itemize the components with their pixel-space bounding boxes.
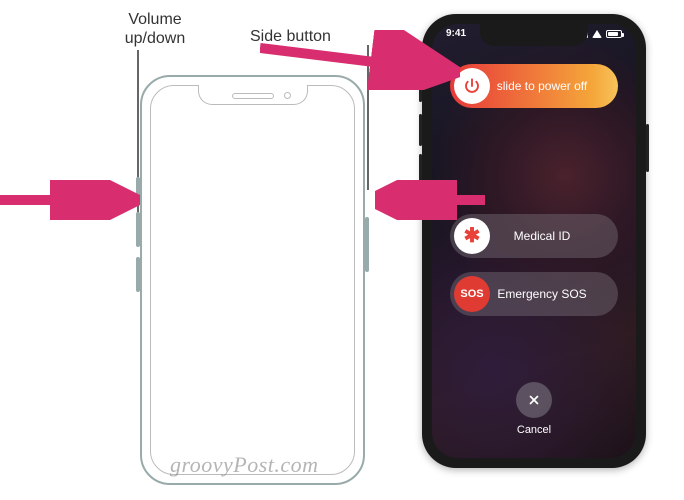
sos-label: Emergency SOS xyxy=(490,287,614,301)
side-button-render xyxy=(646,124,649,172)
sos-icon: SOS xyxy=(460,288,483,300)
label-volume-updown: Volume up/down xyxy=(110,10,200,48)
cancel-button[interactable] xyxy=(516,382,552,418)
asterisk-icon: ✱ xyxy=(464,226,481,246)
wifi-icon xyxy=(592,30,602,38)
medical-id-knob[interactable]: ✱ xyxy=(454,218,490,254)
sos-knob[interactable]: SOS xyxy=(454,276,490,312)
phone-outline-screen xyxy=(150,85,355,475)
medical-id-label: Medical ID xyxy=(490,229,614,243)
side-button-outline xyxy=(365,217,369,272)
power-icon xyxy=(463,77,481,95)
power-off-label: slide to power off xyxy=(490,79,614,93)
cancel-label: Cancel xyxy=(517,424,551,436)
slide-medical-id[interactable]: ✱ Medical ID xyxy=(450,214,618,258)
arrow-side-to-phone xyxy=(260,30,460,90)
phone-render-notch xyxy=(480,24,588,46)
phone-outline xyxy=(140,75,365,485)
volume-up-button-render xyxy=(419,114,422,146)
arrow-phone-to-side xyxy=(375,180,495,220)
cancel-area: Cancel xyxy=(432,382,636,436)
battery-icon xyxy=(606,30,622,38)
close-icon xyxy=(527,393,541,407)
volume-down-button-outline xyxy=(136,257,140,292)
slide-emergency-sos[interactable]: SOS Emergency SOS xyxy=(450,272,618,316)
arrow-to-volume xyxy=(0,180,140,220)
watermark: groovyPost.com xyxy=(170,452,319,478)
slide-to-power-off[interactable]: slide to power off xyxy=(450,64,618,108)
phone-screen: 9:41 slide to power off ✱ Medical ID SO xyxy=(432,24,636,458)
